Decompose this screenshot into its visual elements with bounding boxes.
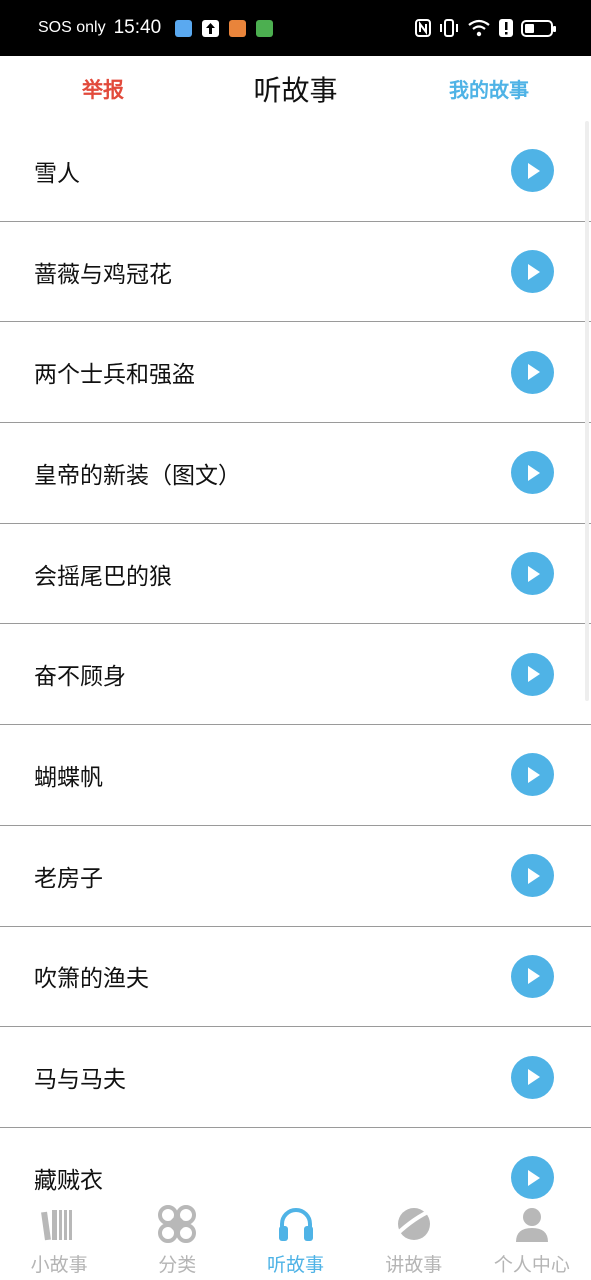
play-icon <box>527 162 540 179</box>
status-bar: SOS only 15:40 <box>0 0 591 56</box>
vibrate-icon <box>440 19 458 37</box>
app-notification-icon <box>229 19 247 37</box>
story-title: 老房子 <box>34 865 103 892</box>
upload-notification-icon <box>202 19 220 37</box>
story-title: 皇帝的新装（图文） <box>34 462 241 489</box>
play-icon <box>527 867 540 884</box>
play-icon <box>527 364 540 381</box>
report-button[interactable]: 举报 <box>82 74 124 104</box>
planet-icon <box>395 1208 433 1240</box>
play-button[interactable] <box>511 350 554 394</box>
headphones-icon <box>278 1208 313 1241</box>
bus-notification-icon <box>256 19 274 37</box>
tab-listen-stories[interactable]: 听故事 <box>236 1199 354 1280</box>
play-icon <box>527 766 540 783</box>
person-icon <box>515 1208 548 1242</box>
play-button[interactable] <box>511 1055 554 1099</box>
books-icon <box>41 1210 73 1241</box>
tab-tell-stories[interactable]: 讲故事 <box>355 1199 473 1280</box>
story-list-item[interactable]: 雪人 <box>0 121 591 222</box>
play-icon <box>527 263 540 280</box>
scrollbar[interactable] <box>585 121 589 701</box>
alert-icon <box>499 19 513 37</box>
play-icon <box>527 666 540 683</box>
story-list-item[interactable]: 两个士兵和强盗 <box>0 322 591 424</box>
play-button[interactable] <box>511 753 554 797</box>
tab-label: 小故事 <box>30 1254 88 1276</box>
tab-label: 听故事 <box>267 1254 325 1276</box>
play-button[interactable] <box>511 149 554 193</box>
story-list-item[interactable]: 蔷薇与鸡冠花 <box>0 222 591 323</box>
story-list-item[interactable]: 会摇尾巴的狼 <box>0 524 591 625</box>
play-icon <box>527 968 540 985</box>
play-button[interactable] <box>511 954 554 998</box>
my-stories-button[interactable]: 我的故事 <box>449 74 529 103</box>
story-list-item[interactable]: 藏贼衣 <box>0 1128 591 1199</box>
notification-app-icon <box>175 19 193 37</box>
tab-label: 个人中心 <box>493 1254 570 1276</box>
play-icon <box>527 1069 540 1086</box>
story-title: 蔷薇与鸡冠花 <box>34 261 172 288</box>
play-button[interactable] <box>511 652 554 696</box>
category-icon <box>158 1205 197 1243</box>
play-icon <box>527 1169 540 1186</box>
carrier-text: SOS only <box>38 19 106 36</box>
nfc-icon <box>415 19 431 37</box>
story-title: 会摇尾巴的狼 <box>34 563 172 590</box>
status-left: SOS only 15:40 <box>38 17 274 39</box>
play-icon <box>527 565 540 582</box>
story-list-item[interactable]: 蝴蝶帆 <box>0 725 591 826</box>
play-button[interactable] <box>511 451 554 495</box>
story-title: 藏贼衣 <box>34 1167 103 1194</box>
story-list[interactable]: 雪人蔷薇与鸡冠花 两个士兵和强盗皇帝的新装（图文） 会摇尾巴的狼 奋不顾身蝴蝶帆老房子… <box>0 121 591 1199</box>
story-title: 马与马夫 <box>34 1067 126 1094</box>
story-title: 两个士兵和强盗 <box>34 362 195 389</box>
story-title: 蝴蝶帆 <box>34 764 103 791</box>
story-list-item[interactable]: 老房子 <box>0 826 591 927</box>
wifi-icon <box>468 19 490 37</box>
story-title: 雪人 <box>34 160 80 187</box>
play-button[interactable] <box>511 1156 554 1199</box>
top-nav-bar: 举报 听故事 我的故事 <box>0 56 591 121</box>
battery-icon <box>521 19 556 37</box>
story-title: 吹箫的渔夫 <box>34 966 149 993</box>
story-list-item[interactable]: 马与马夫 <box>0 1027 591 1128</box>
clock: 15:40 <box>113 17 162 38</box>
story-list-item[interactable]: 奋不顾身 <box>0 624 591 726</box>
story-list-item[interactable]: 吹箫的渔夫 <box>0 927 591 1028</box>
status-right <box>415 19 556 37</box>
play-button[interactable] <box>511 552 554 596</box>
play-button[interactable] <box>511 250 554 294</box>
bottom-tab-bar: 小故事 分类 听故事 讲故事 个人中心 <box>0 1199 591 1280</box>
tab-label: 讲故事 <box>385 1254 443 1276</box>
tab-personal-center[interactable]: 个人中心 <box>473 1199 591 1280</box>
story-title: 奋不顾身 <box>34 664 126 691</box>
tab-small-stories[interactable]: 小故事 <box>0 1199 118 1280</box>
play-button[interactable] <box>511 854 554 898</box>
play-icon <box>527 464 540 481</box>
tab-label: 分类 <box>158 1254 197 1276</box>
story-list-item[interactable]: 皇帝的新装（图文） <box>0 423 591 524</box>
tab-category[interactable]: 分类 <box>118 1199 236 1280</box>
